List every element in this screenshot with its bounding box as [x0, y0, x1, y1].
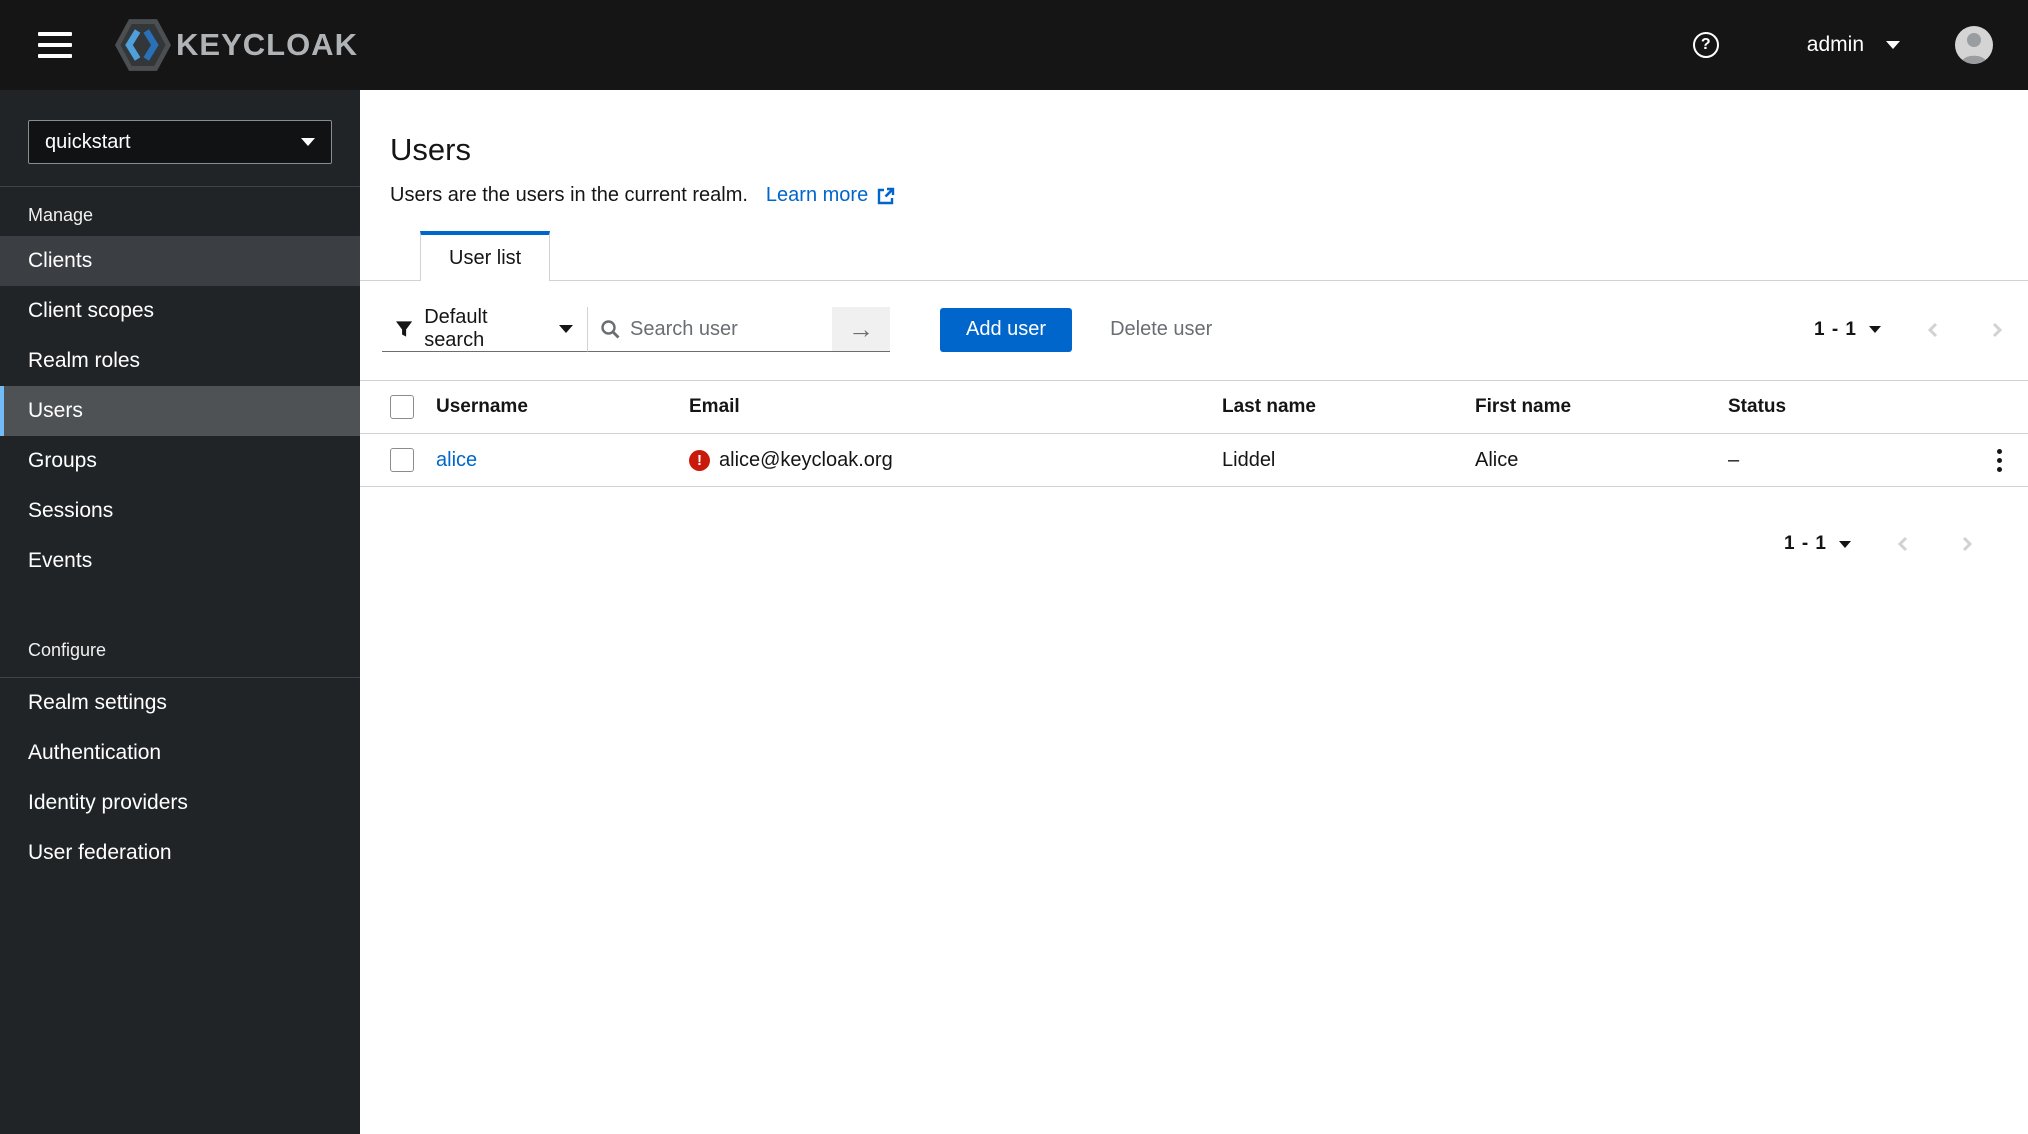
chevron-down-icon[interactable] [1869, 326, 1881, 333]
brand-text: KEYCLOAK [176, 27, 358, 62]
column-header-first-name: First name [1465, 380, 1718, 434]
sidebar-item-client-scopes[interactable]: Client scopes [0, 286, 360, 336]
username-label: admin [1806, 33, 1864, 56]
pagination-bottom: 1 - 1 [360, 533, 2028, 555]
chevron-down-icon [1886, 41, 1900, 49]
sidebar-item-clients[interactable]: Clients [0, 236, 360, 286]
page-subtitle: Users are the users in the current realm… [390, 184, 748, 206]
person-icon [1961, 33, 1987, 64]
learn-more-link[interactable]: Learn more [766, 184, 896, 207]
avatar[interactable] [1955, 26, 1993, 64]
select-all-checkbox[interactable] [390, 395, 414, 419]
delete-user-button[interactable]: Delete user [1110, 318, 1212, 341]
sidebar-item-realm-roles[interactable]: Realm roles [0, 336, 360, 386]
tab-user-list[interactable]: User list [420, 231, 551, 281]
hamburger-menu-icon[interactable] [38, 32, 72, 58]
search-input[interactable] [630, 317, 800, 341]
chevron-left-icon [1927, 322, 1938, 337]
row-actions-kebab-icon[interactable] [1993, 445, 2006, 476]
pagination-top: 1 - 1 [1814, 319, 2005, 341]
nav-section-manage: Manage Clients Client scopes Realm roles Use… [0, 186, 360, 586]
keycloak-logo: KEYCLOAK [114, 17, 358, 73]
email-warning-icon: ! [689, 449, 710, 471]
email-value: alice@keycloak.org [719, 448, 893, 471]
table-header-row: Username Email Last name First name Status [360, 380, 2028, 434]
sidebar-item-realm-settings[interactable]: Realm settings [0, 678, 360, 728]
page-title: Users [390, 132, 471, 167]
search-type-dropdown[interactable]: Default search [382, 306, 587, 352]
add-user-button[interactable]: Add user [940, 307, 1073, 352]
column-header-last-name: Last name [1212, 380, 1465, 434]
chevron-left-icon [1897, 536, 1908, 552]
column-header-username: Username [426, 380, 679, 434]
sidebar: quickstart Manage Clients Client scopes Rea… [0, 90, 360, 1134]
chevron-down-icon [301, 138, 315, 146]
sidebar-item-groups[interactable]: Groups [0, 436, 360, 486]
users-table: Username Email Last name First name Status a… [360, 380, 2028, 487]
column-header-email: Email [679, 380, 1212, 434]
table-row: alice! alice@keycloak.org Liddel Alice – [360, 433, 2028, 487]
chevron-down-icon [559, 325, 573, 333]
main-content: Users Users are the users in the current… [360, 90, 2028, 1134]
page-range-label: 1 - 1 [1813, 318, 1857, 340]
page-header: Users Users are the users in the current… [360, 90, 2028, 207]
page-range-label: 1 - 1 [1783, 533, 1827, 554]
first-name-value: Alice [1465, 433, 1718, 487]
chevron-down-icon[interactable] [1839, 540, 1851, 548]
nav-section-title: Configure [0, 626, 360, 678]
sidebar-item-user-federation[interactable]: User federation [0, 828, 360, 878]
search-box [587, 307, 832, 352]
prev-page-button[interactable] [1925, 320, 1941, 340]
next-page-button[interactable] [1959, 534, 1975, 554]
sidebar-item-events[interactable]: Events [0, 536, 360, 586]
prev-page-button[interactable] [1895, 534, 1911, 554]
filter-icon [396, 320, 413, 337]
tab-bar: User list [360, 231, 2028, 281]
row-checkbox[interactable] [390, 448, 414, 472]
search-submit-button[interactable]: → [832, 307, 890, 352]
search-icon [601, 320, 620, 339]
user-menu[interactable]: admin [1807, 33, 1900, 57]
user-link[interactable]: alice [436, 449, 477, 471]
nav-section-configure: Configure Realm settings Authentication Ide… [0, 626, 360, 878]
external-link-icon [878, 187, 895, 204]
sidebar-item-sessions[interactable]: Sessions [0, 486, 360, 536]
sidebar-item-authentication[interactable]: Authentication [0, 728, 360, 778]
nav-section-title: Manage [0, 186, 360, 236]
help-icon[interactable]: ? [1692, 32, 1719, 58]
last-name-value: Liddel [1212, 433, 1465, 487]
masthead: KEYCLOAK ? admin [0, 0, 2028, 90]
realm-selector[interactable]: quickstart [28, 120, 332, 164]
search-type-label: Default search [424, 306, 488, 351]
arrow-right-icon: → [848, 313, 874, 344]
column-header-status: Status [1718, 380, 1970, 434]
next-page-button[interactable] [1989, 320, 2005, 340]
chevron-right-icon [1992, 322, 2003, 337]
sidebar-item-identity-providers[interactable]: Identity providers [0, 778, 360, 828]
sidebar-item-users[interactable]: Users [0, 386, 360, 436]
status-value: – [1718, 433, 1970, 487]
toolbar: Default search → Add user Delete user 1 … [360, 281, 2028, 352]
keycloak-hexagon-icon [115, 19, 171, 71]
realm-name: quickstart [45, 130, 131, 153]
chevron-right-icon [1962, 536, 1973, 552]
